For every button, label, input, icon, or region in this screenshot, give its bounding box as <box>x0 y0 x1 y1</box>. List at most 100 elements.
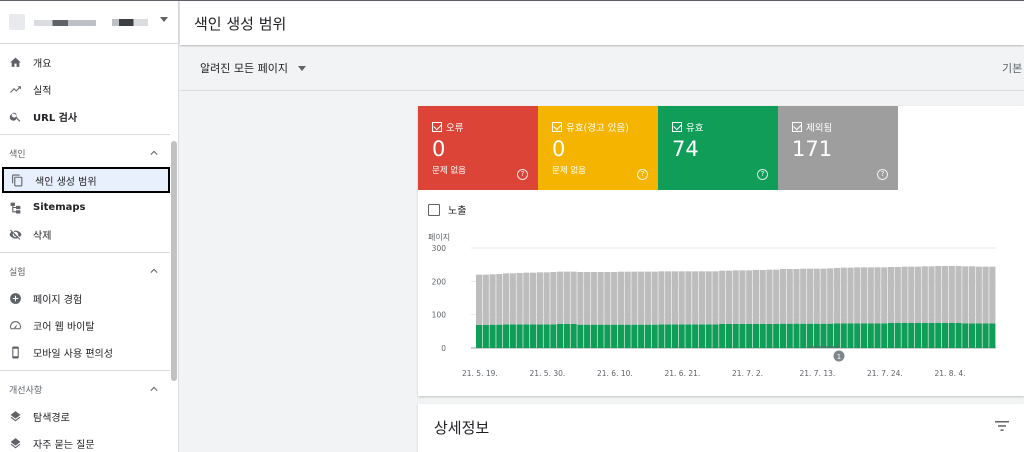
bar-excluded[interactable] <box>638 271 645 325</box>
bar-valid[interactable] <box>948 323 955 348</box>
help-icon[interactable]: ? <box>757 169 768 180</box>
property-selector[interactable] <box>0 1 178 44</box>
bar-excluded[interactable] <box>732 270 739 324</box>
bar-valid[interactable] <box>989 323 996 348</box>
bar-valid[interactable] <box>617 324 624 348</box>
bar-valid[interactable] <box>611 324 618 348</box>
section-header-enhancements[interactable]: 개선사항 <box>0 378 170 400</box>
bar-excluded[interactable] <box>516 273 523 325</box>
tile-excluded[interactable]: 제외됨 171 ? <box>778 106 898 190</box>
bar-valid[interactable] <box>921 323 928 348</box>
bar-excluded[interactable] <box>874 267 881 324</box>
bar-excluded[interactable] <box>577 272 584 325</box>
sidebar-item-core-web-vitals[interactable]: 코어 웹 바이탈 <box>0 312 172 338</box>
bar-excluded[interactable] <box>813 268 820 324</box>
sidebar-item-performance[interactable]: 실적 <box>0 76 172 102</box>
bar-excluded[interactable] <box>496 274 503 325</box>
bar-valid[interactable] <box>800 323 807 348</box>
bar-valid[interactable] <box>482 325 489 348</box>
bar-excluded[interactable] <box>665 271 672 325</box>
bar-valid[interactable] <box>975 323 982 348</box>
bar-excluded[interactable] <box>530 272 537 325</box>
bar-valid[interactable] <box>908 323 915 348</box>
sidebar-item-removals[interactable]: 삭제 <box>0 221 172 247</box>
bar-valid[interactable] <box>651 324 658 348</box>
bar-valid[interactable] <box>476 325 483 348</box>
bar-excluded[interactable] <box>631 271 638 325</box>
tile-valid-with-warnings[interactable]: 유효(경고 있음) 0 문제 없음 ? <box>538 106 658 190</box>
bar-valid[interactable] <box>570 324 577 348</box>
bar-excluded[interactable] <box>827 268 834 324</box>
bar-valid[interactable] <box>867 323 874 348</box>
impressions-checkbox[interactable]: 노출 <box>428 202 466 217</box>
bar-excluded[interactable] <box>881 267 888 324</box>
bar-valid[interactable] <box>631 324 638 348</box>
filter-icon[interactable] <box>995 420 1009 432</box>
bar-excluded[interactable] <box>597 272 604 325</box>
bar-excluded[interactable] <box>563 271 570 324</box>
bar-excluded[interactable] <box>786 269 793 324</box>
bar-excluded[interactable] <box>725 270 733 324</box>
bar-valid[interactable] <box>820 323 827 348</box>
bar-valid[interactable] <box>692 324 699 348</box>
bar-excluded[interactable] <box>712 271 719 325</box>
bar-valid[interactable] <box>968 323 976 348</box>
sidebar-item-url-inspection[interactable]: URL 검사 <box>0 103 172 129</box>
bar-valid[interactable] <box>496 324 503 348</box>
bar-valid[interactable] <box>982 323 989 348</box>
bar-excluded[interactable] <box>989 266 996 324</box>
bar-valid[interactable] <box>887 323 895 348</box>
bar-valid[interactable] <box>725 324 733 348</box>
bar-valid[interactable] <box>523 324 530 348</box>
bar-valid[interactable] <box>935 323 942 348</box>
bar-valid[interactable] <box>874 323 881 348</box>
bar-excluded[interactable] <box>766 269 773 324</box>
help-icon[interactable]: ? <box>517 169 528 180</box>
bar-valid[interactable] <box>793 323 800 348</box>
bar-excluded[interactable] <box>860 267 868 324</box>
bar-valid[interactable] <box>658 324 665 348</box>
bar-valid[interactable] <box>584 324 591 348</box>
section-header-experience[interactable]: 실험 <box>0 260 170 282</box>
bar-valid[interactable] <box>773 324 780 348</box>
bar-excluded[interactable] <box>509 273 516 325</box>
bar-excluded[interactable] <box>678 271 685 325</box>
bar-excluded[interactable] <box>773 269 780 324</box>
bar-excluded[interactable] <box>543 272 550 325</box>
bar-excluded[interactable] <box>894 267 901 323</box>
bar-valid[interactable] <box>557 324 564 348</box>
bar-excluded[interactable] <box>901 266 908 323</box>
tile-valid[interactable]: 유효 74 ? <box>658 106 778 190</box>
bar-excluded[interactable] <box>935 266 942 323</box>
section-header-index[interactable]: 색인 <box>0 142 170 164</box>
bar-excluded[interactable] <box>820 268 827 324</box>
bar-excluded[interactable] <box>617 271 624 325</box>
bar-valid[interactable] <box>860 323 868 348</box>
bar-valid[interactable] <box>840 323 847 348</box>
bar-valid[interactable] <box>766 324 773 348</box>
page-filter-dropdown[interactable]: 알려진 모든 페이지 <box>200 60 306 76</box>
bar-valid[interactable] <box>489 324 496 348</box>
bar-excluded[interactable] <box>793 269 800 324</box>
sidebar-item-coverage[interactable]: 색인 생성 범위 <box>2 167 170 193</box>
bar-excluded[interactable] <box>584 272 591 325</box>
bar-valid[interactable] <box>685 324 692 348</box>
bar-valid[interactable] <box>678 324 685 348</box>
bar-excluded[interactable] <box>975 266 982 324</box>
bar-valid[interactable] <box>786 323 793 348</box>
bar-valid[interactable] <box>928 323 935 348</box>
bar-excluded[interactable] <box>887 267 895 323</box>
bar-valid[interactable] <box>719 324 726 348</box>
help-icon[interactable]: ? <box>637 169 648 180</box>
help-icon[interactable]: ? <box>877 169 888 180</box>
bar-valid[interactable] <box>813 323 820 348</box>
bar-excluded[interactable] <box>739 270 746 324</box>
bar-valid[interactable] <box>597 324 604 348</box>
bar-valid[interactable] <box>759 324 766 348</box>
bar-excluded[interactable] <box>651 271 658 325</box>
bar-excluded[interactable] <box>962 266 969 324</box>
bar-valid[interactable] <box>962 323 969 348</box>
bar-excluded[interactable] <box>557 271 564 324</box>
bar-excluded[interactable] <box>671 271 678 325</box>
bar-excluded[interactable] <box>624 271 631 325</box>
